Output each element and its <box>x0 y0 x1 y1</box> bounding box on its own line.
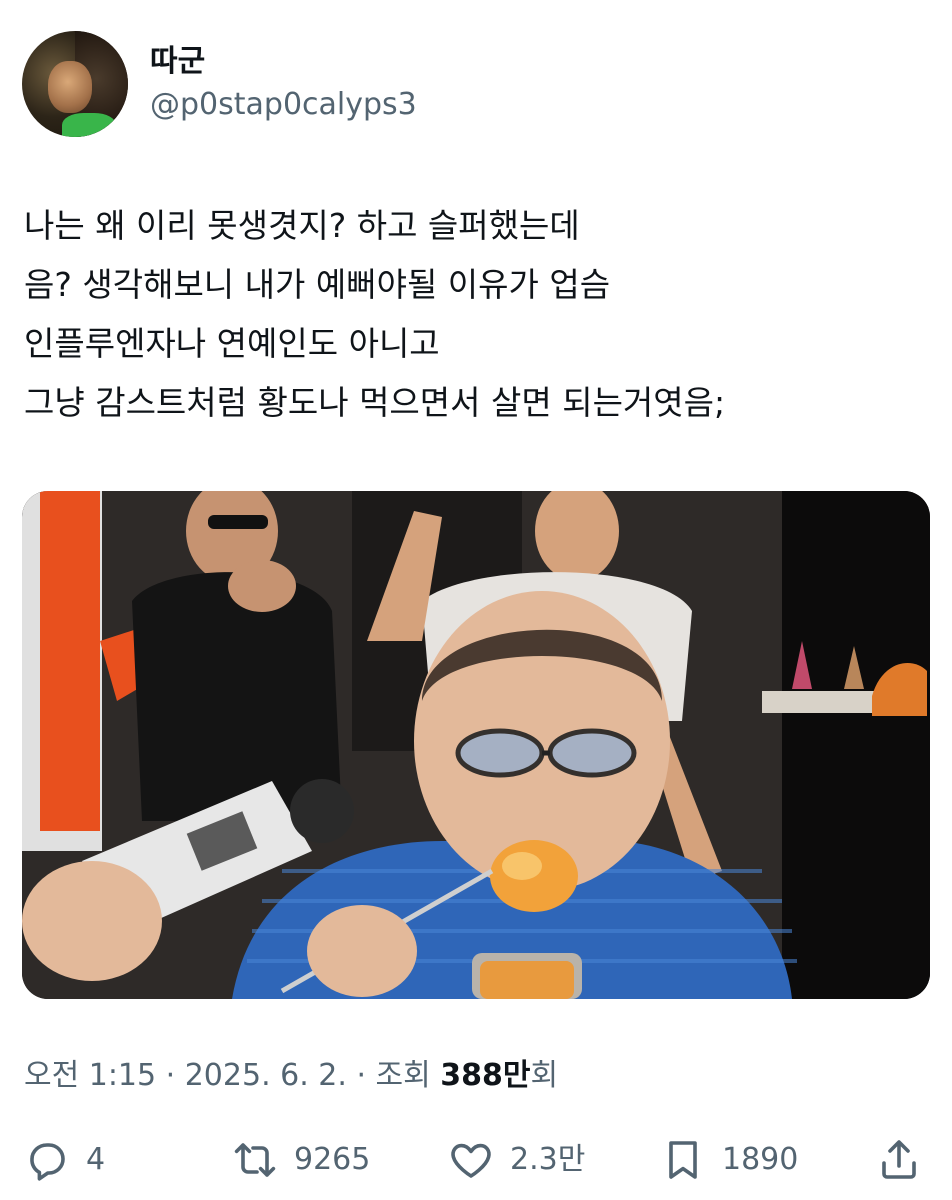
display-name[interactable]: 따군 <box>150 43 417 81</box>
tweet-text-line: 인플루엔자나 연예인도 아니고 <box>24 324 440 363</box>
views-label: 조회 <box>375 1058 441 1093</box>
repost-button[interactable]: 9265 <box>230 1132 370 1188</box>
views-suffix: 회 <box>530 1058 559 1093</box>
tweet-text-line: 나는 왜 이리 못생겻지? 하고 슬퍼했는데 <box>24 206 580 245</box>
avatar[interactable] <box>22 31 128 137</box>
tweet-text-line: 음? 생각해보니 내가 예뻐야될 이유가 업슴 <box>24 265 611 304</box>
like-count: 2.3만 <box>510 1142 586 1177</box>
bookmark-icon <box>658 1135 708 1185</box>
tweet-text-line: 그냥 감스트처럼 황도나 먹으면서 살면 되는거엿음; <box>24 383 726 422</box>
reply-icon <box>22 1135 72 1185</box>
tweet-date[interactable]: 2025. 6. 2. <box>185 1058 347 1093</box>
reply-button[interactable]: 4 <box>22 1132 105 1188</box>
repost-icon <box>230 1135 280 1185</box>
repost-count: 9265 <box>294 1142 371 1177</box>
reply-count: 4 <box>86 1142 106 1177</box>
meta-separator: · <box>346 1058 376 1093</box>
views-count: 388만 <box>440 1058 531 1093</box>
action-bar: 4 9265 2.3만 1890 <box>22 1132 930 1188</box>
share-button[interactable] <box>874 1132 924 1188</box>
tweet-text: 나는 왜 이리 못생겻지? 하고 슬퍼했는데 음? 생각해보니 내가 예뻐야될 … <box>24 196 924 432</box>
avatar-face <box>48 61 92 113</box>
tweet-meta: 오전 1:15 · 2025. 6. 2. · 조회 388만회 <box>24 1055 558 1097</box>
author-names: 따군 @p0stap0calyps3 <box>150 43 417 125</box>
tweet-photo[interactable] <box>22 491 930 999</box>
user-handle[interactable]: @p0stap0calyps3 <box>150 85 417 125</box>
tweet-author: 따군 @p0stap0calyps3 <box>22 30 417 138</box>
bookmark-button[interactable]: 1890 <box>658 1132 798 1188</box>
heart-icon <box>446 1135 496 1185</box>
like-button[interactable]: 2.3만 <box>446 1132 585 1188</box>
photo-illustration <box>22 491 930 999</box>
tweet-time[interactable]: 오전 1:15 <box>24 1058 156 1093</box>
bookmark-count: 1890 <box>722 1142 799 1177</box>
meta-separator: · <box>156 1058 185 1093</box>
share-icon <box>874 1135 924 1185</box>
avatar-shirt <box>62 113 116 137</box>
